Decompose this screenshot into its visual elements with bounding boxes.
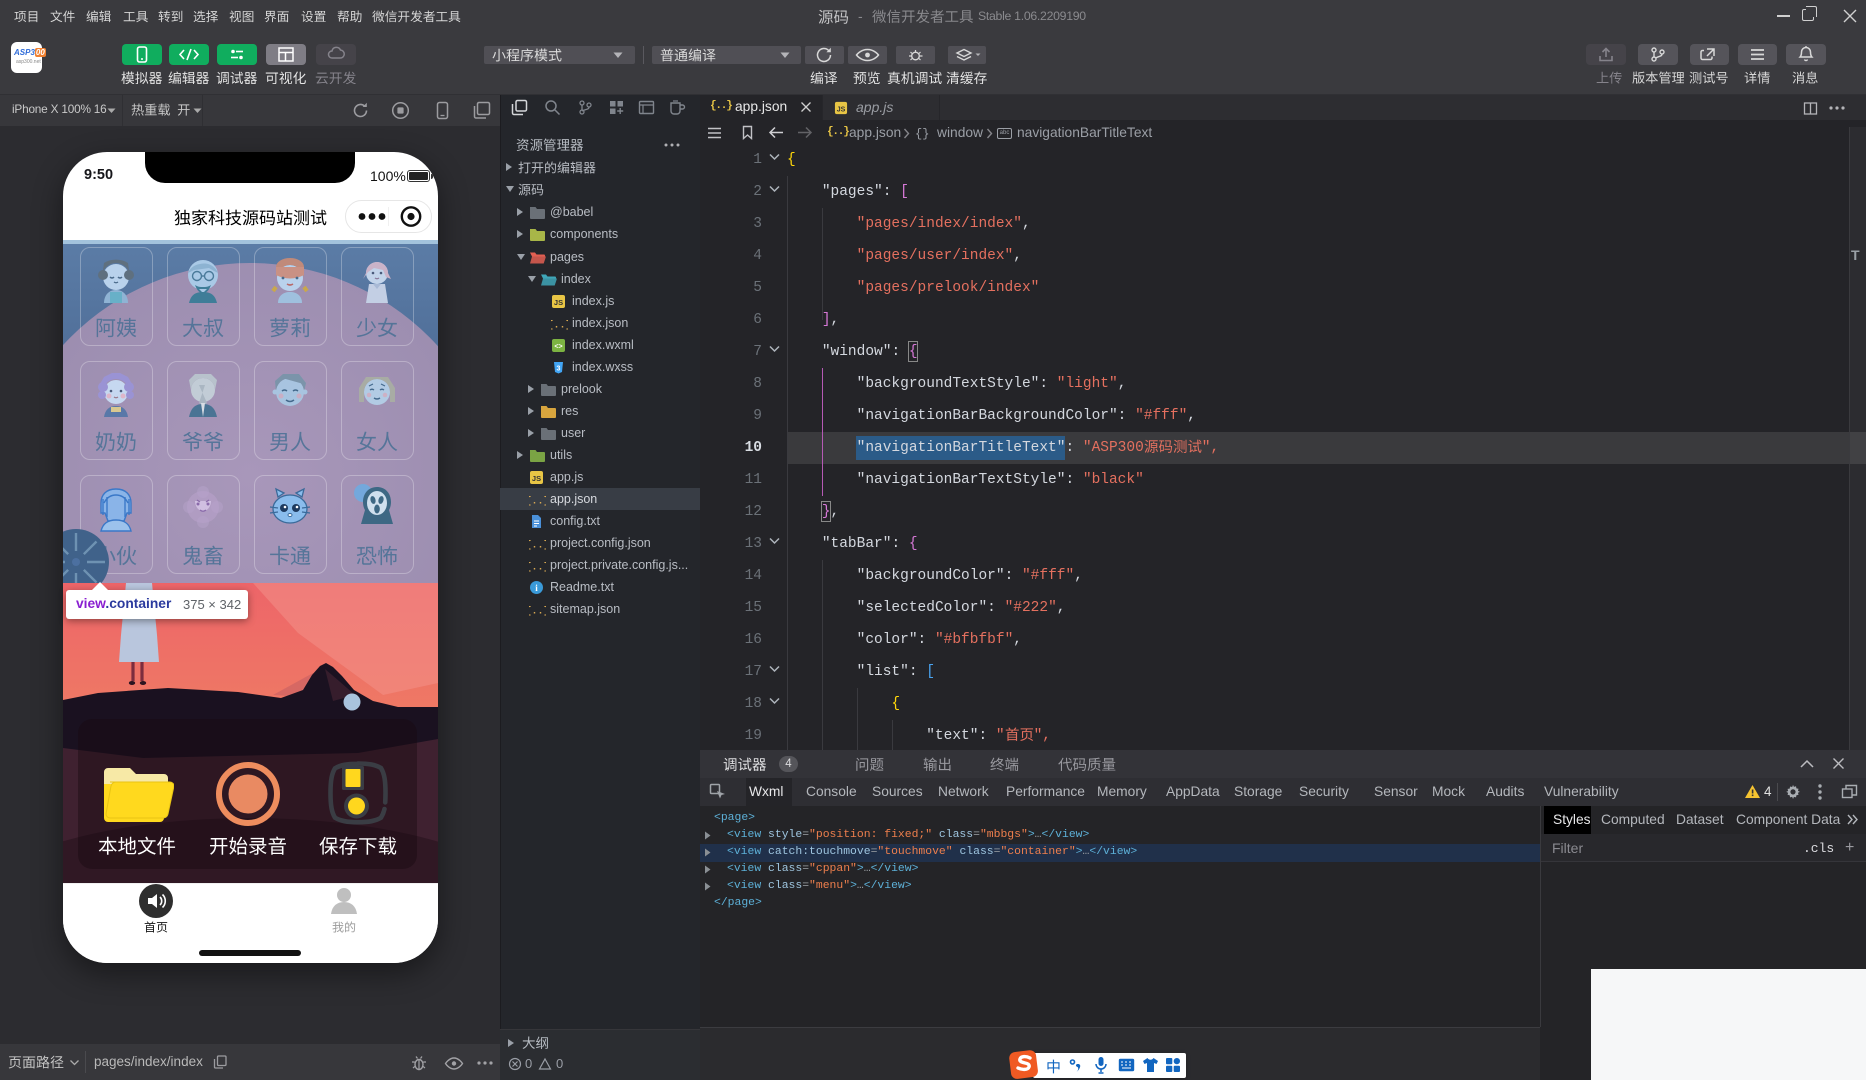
svg-text:{..}: {..} <box>529 539 546 551</box>
svg-text:JS: JS <box>837 106 846 113</box>
svg-text:{..}: {..} <box>551 319 568 331</box>
svg-text:{..}: {..} <box>529 561 546 573</box>
svg-text:<>: <> <box>554 343 562 350</box>
svg-text:JS: JS <box>554 298 563 307</box>
svg-text:JS: JS <box>532 474 541 483</box>
svg-text:{..}: {..} <box>529 605 546 617</box>
svg-text:3: 3 <box>557 365 561 372</box>
svg-text:{..}: {..} <box>529 495 546 507</box>
